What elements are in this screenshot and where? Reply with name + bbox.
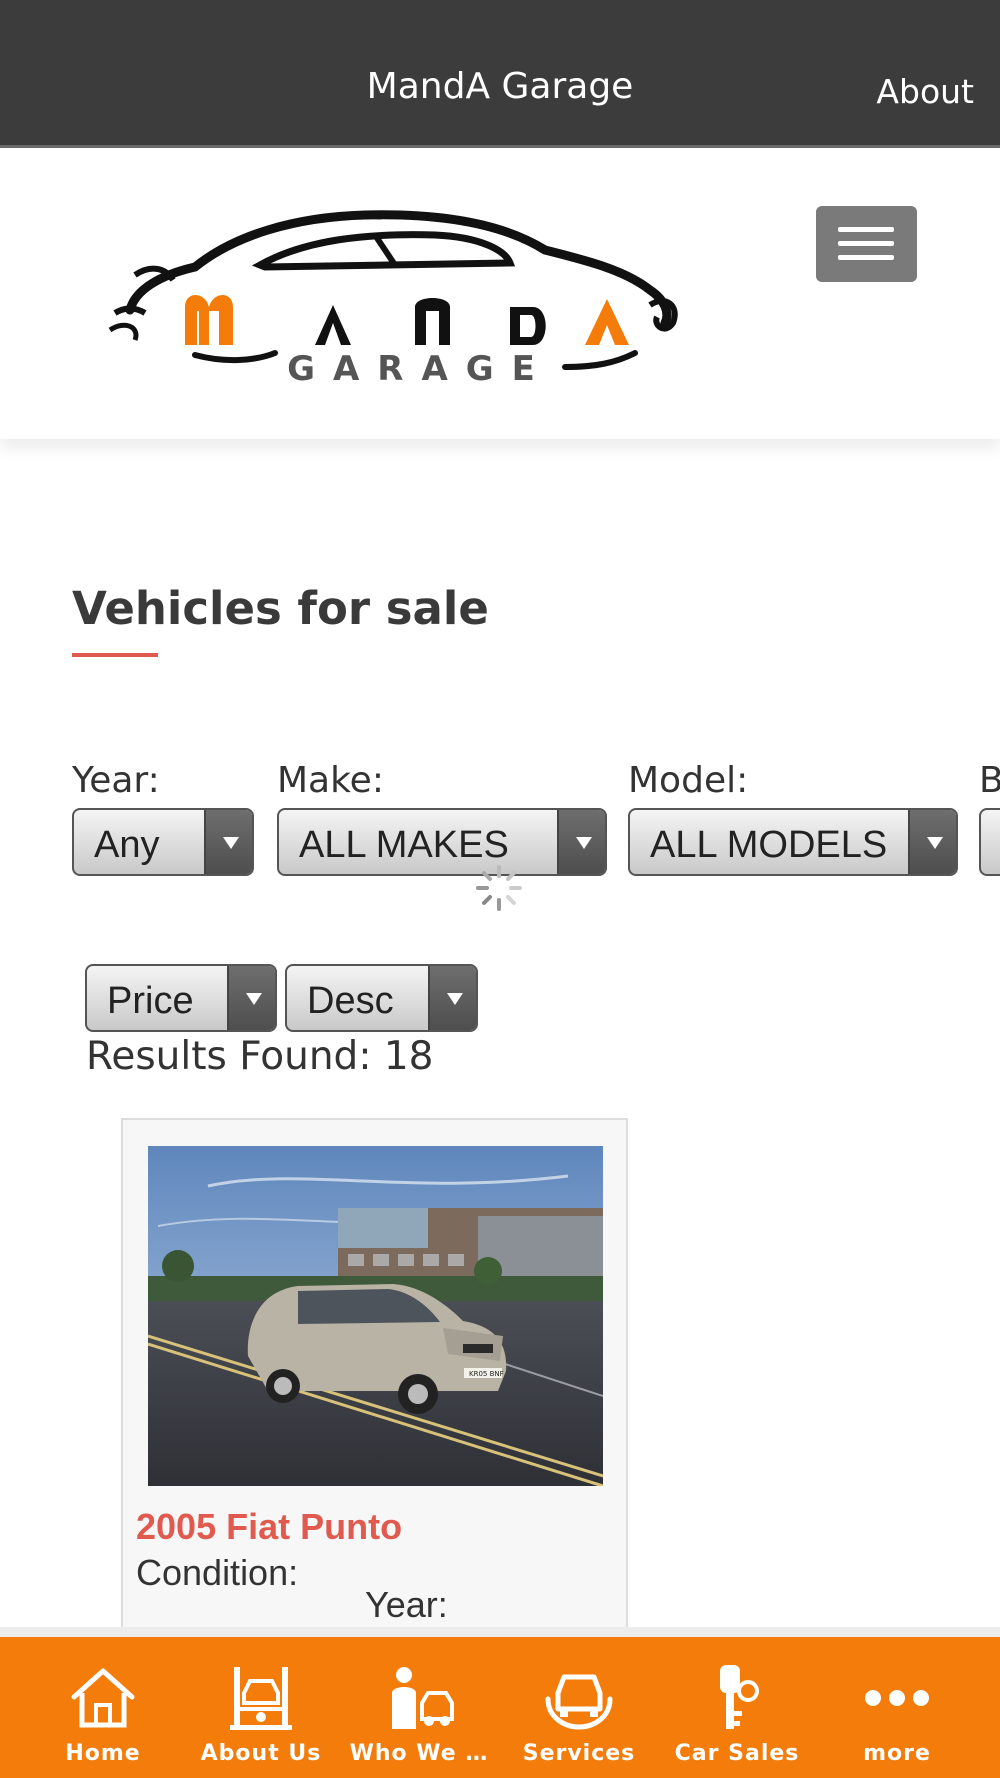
- fourth-filter: B: [979, 760, 1000, 876]
- sort-order-value: Desc: [307, 980, 394, 1022]
- condition-label: Condition:: [136, 1552, 299, 1593]
- number-plate: KR05 BNF: [469, 1370, 504, 1378]
- hamburger-icon-bar: [838, 227, 894, 232]
- year-filter-label: Year:: [72, 760, 160, 801]
- results-count: Results Found: 18: [86, 1034, 434, 1079]
- page-title: Vehicles for sale: [72, 582, 489, 635]
- hamburger-icon-bar: [838, 255, 894, 260]
- site-title: MandA Garage: [366, 66, 634, 107]
- year-label: Year:: [365, 1584, 448, 1625]
- model-filter-label: Model:: [628, 760, 749, 801]
- more-dots-icon: [865, 1690, 929, 1706]
- vehicle-photo[interactable]: KR05 BNF: [148, 1146, 603, 1486]
- nav-item-services[interactable]: Services: [500, 1637, 658, 1778]
- nav-label: Services: [522, 1741, 636, 1766]
- nav-item-who-we[interactable]: Who We …: [340, 1637, 498, 1778]
- model-filter: Model: ALL MODELS: [628, 760, 958, 876]
- nav-item-more[interactable]: more: [818, 1637, 976, 1778]
- loading-spinner-icon: [476, 865, 522, 911]
- chevron-down-icon: [908, 810, 956, 874]
- logo-subtitle: GARAGE: [287, 349, 553, 385]
- top-bar: MandA Garage About: [0, 0, 1000, 148]
- site-header: GARAGE: [0, 150, 1000, 439]
- nav-item-car-sales[interactable]: Car Sales: [658, 1637, 816, 1778]
- nav-label: About Us: [200, 1741, 322, 1766]
- year-filter: Year: Any: [72, 760, 254, 876]
- nav-label: Home: [65, 1741, 141, 1766]
- nav-label: Who We …: [349, 1741, 489, 1766]
- chevron-down-icon: [227, 966, 275, 1030]
- make-select[interactable]: ALL MAKES: [277, 808, 607, 876]
- fourth-filter-label: B: [979, 760, 1000, 801]
- menu-toggle-button[interactable]: [816, 206, 917, 282]
- nav-item-about-us[interactable]: About Us: [182, 1637, 340, 1778]
- top-about-link[interactable]: About: [876, 72, 974, 111]
- chevron-down-icon: [204, 810, 252, 874]
- chevron-down-icon: [428, 966, 476, 1030]
- nav-label: Car Sales: [674, 1741, 800, 1766]
- heading-underline: [72, 653, 158, 657]
- car-lift-icon: [230, 1667, 292, 1730]
- nav-item-home[interactable]: Home: [24, 1637, 182, 1778]
- sort-order-select[interactable]: Desc: [285, 964, 478, 1032]
- car-service-icon: [545, 1674, 613, 1730]
- year-select[interactable]: Any: [72, 808, 254, 876]
- hamburger-icon-bar: [838, 241, 894, 246]
- model-select-value: ALL MODELS: [650, 824, 888, 866]
- sort-field-select[interactable]: Price: [85, 964, 277, 1032]
- model-select[interactable]: ALL MODELS: [628, 808, 958, 876]
- car-keys-icon: [720, 1665, 759, 1729]
- bottom-nav-separator: [0, 1627, 1000, 1637]
- make-filter-label: Make:: [277, 760, 384, 801]
- fourth-select[interactable]: [979, 808, 1000, 876]
- chevron-down-icon: [557, 810, 605, 874]
- vehicle-card[interactable]: KR05 BNF 2005 Fiat Punto Condition: Year…: [121, 1118, 628, 1638]
- nav-label: more: [863, 1741, 931, 1766]
- bottom-nav: Home About Us Who We … Services Car Sale…: [0, 1637, 1000, 1778]
- home-icon: [71, 1668, 135, 1728]
- sort-field-value: Price: [107, 980, 194, 1022]
- make-select-value: ALL MAKES: [299, 824, 509, 866]
- vehicle-title-link[interactable]: 2005 Fiat Punto: [136, 1506, 402, 1548]
- manda-garage-logo[interactable]: GARAGE: [105, 195, 715, 385]
- year-select-value: Any: [94, 824, 160, 866]
- mechanic-icon: [392, 1667, 454, 1729]
- make-filter: Make: ALL MAKES: [277, 760, 607, 876]
